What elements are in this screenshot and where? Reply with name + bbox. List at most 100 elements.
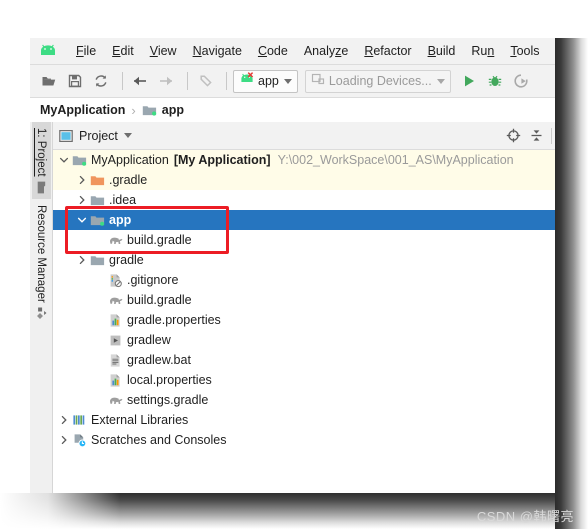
collapse-all-icon[interactable] xyxy=(526,126,546,146)
tree-arrow-placeholder xyxy=(93,310,107,330)
run-configuration-label: app xyxy=(258,74,279,88)
run-configuration-selector[interactable]: app xyxy=(233,69,298,93)
text-file-icon xyxy=(107,350,124,370)
run-play-icon[interactable] xyxy=(458,70,480,92)
gradle-elephant-icon xyxy=(107,290,124,310)
sync-refresh-icon[interactable] xyxy=(90,70,112,92)
chevron-down-icon-3[interactable] xyxy=(123,133,132,138)
tree-node-gradlew[interactable]: gradlew xyxy=(53,330,588,350)
device-selector-label: Loading Devices... xyxy=(328,74,432,88)
menu-bar: File Edit View Navigate Code Analyze Refactor B… xyxy=(30,38,588,65)
header-separator xyxy=(551,127,552,144)
menu-item-edit[interactable]: Edit xyxy=(104,41,142,61)
project-tree[interactable]: MyApplication [My Application] Y:\002_Work… xyxy=(53,150,588,493)
tree-node-local-properties[interactable]: local.properties xyxy=(53,370,588,390)
breadcrumb-module[interactable]: app xyxy=(162,103,184,117)
tree-node-path: Y:\002_WorkSpace\001_AS\MyApplication xyxy=(277,153,514,167)
tree-node-gitignore[interactable]: .gitignore xyxy=(53,270,588,290)
tree-node-label: gradlew.bat xyxy=(127,353,191,367)
menu-item-code[interactable]: Code xyxy=(250,41,296,61)
sidebar-item-project[interactable]: 1: Project xyxy=(31,122,51,199)
menu-item-file[interactable]: File xyxy=(68,41,104,61)
menu-item-navigate[interactable]: Navigate xyxy=(185,41,250,61)
tree-node-label: .gradle xyxy=(109,173,148,187)
tree-node-label: External Libraries xyxy=(91,413,189,427)
save-all-icon[interactable] xyxy=(64,70,86,92)
chevron-right-icon[interactable] xyxy=(75,190,89,210)
tree-node-scratches-and-consoles[interactable]: Scratches and Consoles xyxy=(53,430,588,450)
gear-settings-icon[interactable] xyxy=(560,126,580,146)
sidebar-item-resource-manager[interactable]: Resource Manager xyxy=(32,199,51,326)
menu-item-run[interactable]: Run xyxy=(463,41,502,61)
tree-node-label: app xyxy=(109,213,132,227)
csdn-watermark: CSDN @韩曙亮 xyxy=(476,509,574,524)
menu-item-vcs[interactable]: VCS xyxy=(548,41,588,61)
tree-node-build-gradle[interactable]: build.gradle xyxy=(53,230,588,250)
chevron-down-icon[interactable] xyxy=(75,210,89,230)
menu-item-refactor[interactable]: Refactor xyxy=(356,41,419,61)
chevron-right-icon[interactable] xyxy=(57,430,71,450)
tree-arrow-placeholder xyxy=(93,330,107,350)
tree-node-idea[interactable]: .idea xyxy=(53,190,588,210)
tree-node-gradlew-bat[interactable]: gradlew.bat xyxy=(53,350,588,370)
module-folder-icon xyxy=(71,150,88,170)
chevron-down-icon[interactable] xyxy=(57,150,71,170)
project-view-icon xyxy=(59,129,73,143)
device-icon xyxy=(311,72,326,91)
tree-node-label: build.gradle xyxy=(127,293,192,307)
locate-target-icon[interactable] xyxy=(503,126,523,146)
tree-node-label: gradle.properties xyxy=(127,313,221,327)
breadcrumb-project[interactable]: MyApplication xyxy=(40,103,125,117)
tool-window-strip: 1: Project Resource Manager xyxy=(30,122,53,493)
tree-node-label: .gitignore xyxy=(127,273,179,287)
device-selector[interactable]: Loading Devices... xyxy=(304,69,451,93)
gradle-elephant-icon xyxy=(107,390,124,410)
project-panel-header: Project xyxy=(53,122,588,150)
menu-item-build[interactable]: Build xyxy=(420,41,464,61)
tree-node-app[interactable]: app xyxy=(53,210,588,230)
properties-icon xyxy=(107,370,124,390)
scratches-icon xyxy=(71,430,88,450)
chevron-right-icon[interactable] xyxy=(75,170,89,190)
toolbar-separator-3 xyxy=(226,72,227,90)
gitignore-icon xyxy=(107,270,124,290)
up-arrow-icon xyxy=(194,70,216,92)
tree-arrow-placeholder xyxy=(93,270,107,290)
tree-node-gradle[interactable]: .gradle xyxy=(53,170,588,190)
tree-arrow-placeholder xyxy=(93,370,107,390)
chevron-right-icon[interactable] xyxy=(57,410,71,430)
tree-node-annotation: [My Application] xyxy=(173,153,271,167)
android-logo-icon xyxy=(38,44,58,58)
tree-arrow-placeholder xyxy=(93,230,107,250)
debug-bug-icon[interactable] xyxy=(484,70,506,92)
tree-node-settings-gradle[interactable]: settings.gradle xyxy=(53,390,588,410)
tree-node-myapplication[interactable]: MyApplication [My Application] Y:\002_Work… xyxy=(53,150,588,170)
tree-node-gradle-properties[interactable]: gradle.properties xyxy=(53,310,588,330)
menu-item-tools[interactable]: Tools xyxy=(502,41,547,61)
menu-item-analyze[interactable]: Analyze xyxy=(296,41,356,61)
chevron-right-icon[interactable] xyxy=(75,250,89,270)
menu-items: File Edit View Navigate Code Analyze Refactor B… xyxy=(68,41,588,61)
libraries-icon xyxy=(71,410,88,430)
folder-icon xyxy=(89,250,106,270)
project-panel-title: Project xyxy=(79,128,118,143)
tree-node-label: gradle xyxy=(109,253,144,267)
chevron-down-icon xyxy=(283,78,292,84)
forward-arrow-icon xyxy=(155,70,177,92)
window-bottom-shadow-fade xyxy=(0,493,120,529)
sidebar-item-project-label: 1: Project xyxy=(35,128,47,177)
tree-node-gradle[interactable]: gradle xyxy=(53,250,588,270)
script-run-icon xyxy=(107,330,124,350)
resource-manager-icon xyxy=(35,307,48,320)
toolbar-separator-2 xyxy=(187,72,188,90)
back-arrow-icon[interactable] xyxy=(129,70,151,92)
toolbar-separator xyxy=(122,72,123,90)
tree-node-build-gradle[interactable]: build.gradle xyxy=(53,290,588,310)
rerun-icon[interactable] xyxy=(510,70,532,92)
main-toolbar: app Loading Devices... xyxy=(30,65,588,98)
tree-node-external-libraries[interactable]: External Libraries xyxy=(53,410,588,430)
module-folder-icon xyxy=(142,104,157,117)
menu-item-view[interactable]: View xyxy=(142,41,185,61)
android-studio-window: File Edit View Navigate Code Analyze Refactor B… xyxy=(30,38,588,493)
open-folder-icon[interactable] xyxy=(38,70,60,92)
